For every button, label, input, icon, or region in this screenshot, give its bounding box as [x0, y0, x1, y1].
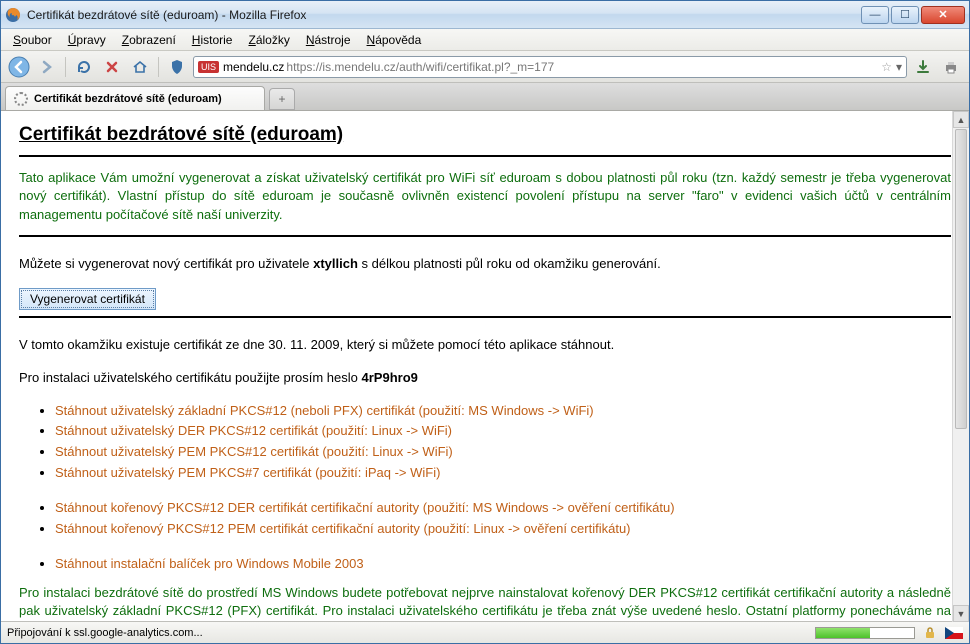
- pw-text: Pro instalaci uživatelského certifikátu …: [19, 370, 362, 385]
- progress-bar: [815, 627, 915, 639]
- vertical-scrollbar[interactable]: ▲ ▼: [952, 111, 969, 622]
- bookmark-star-icon[interactable]: ☆: [881, 60, 892, 74]
- list-item: Stáhnout uživatelský DER PKCS#12 certifi…: [55, 422, 951, 441]
- new-tab-button[interactable]: +: [269, 88, 295, 110]
- titlebar: Certifikát bezdrátové sítě (eduroam) - M…: [1, 1, 969, 29]
- download-link[interactable]: Stáhnout instalační balíček pro Windows …: [55, 556, 364, 571]
- generate-certificate-button[interactable]: Vygenerovat certifikát: [19, 288, 156, 310]
- stop-button[interactable]: [100, 55, 124, 79]
- username: xtyllich: [313, 256, 358, 271]
- password: 4rP9hro9: [362, 370, 418, 385]
- list-item: Stáhnout kořenový PKCS#12 DER certifikát…: [55, 499, 951, 518]
- menu-item[interactable]: Záložky: [240, 31, 297, 49]
- scroll-down-arrow-icon[interactable]: ▼: [953, 605, 969, 622]
- tab-title: Certifikát bezdrátové sítě (eduroam): [34, 93, 222, 105]
- close-button[interactable]: ✕: [921, 6, 965, 24]
- reload-button[interactable]: [72, 55, 96, 79]
- forward-button[interactable]: [35, 55, 59, 79]
- menu-item[interactable]: Zobrazení: [114, 31, 184, 49]
- list-item: Stáhnout kořenový PKCS#12 PEM certifikát…: [55, 520, 951, 539]
- menubar: SouborÚpravyZobrazeníHistorieZáložkyNást…: [1, 29, 969, 51]
- window-title: Certifikát bezdrátové sítě (eduroam) - M…: [27, 8, 861, 22]
- firefox-icon: [5, 7, 21, 23]
- print-button[interactable]: [939, 55, 963, 79]
- firefox-window: Certifikát bezdrátové sítě (eduroam) - M…: [0, 0, 970, 644]
- url-dropdown-icon[interactable]: ▾: [896, 60, 902, 74]
- statusbar: Připojování k ssl.google-analytics.com..…: [1, 621, 969, 643]
- menu-item[interactable]: Soubor: [5, 31, 60, 49]
- tab-strip: Certifikát bezdrátové sítě (eduroam) +: [1, 83, 969, 111]
- url-bar[interactable]: UIS mendelu.cz https://is.mendelu.cz/aut…: [193, 56, 907, 78]
- url-host: mendelu.cz: [221, 60, 286, 74]
- menu-item[interactable]: Nápověda: [359, 31, 430, 49]
- maximize-button[interactable]: ☐: [891, 6, 919, 24]
- list-item: Stáhnout uživatelský základní PKCS#12 (n…: [55, 402, 951, 421]
- minimize-button[interactable]: —: [861, 6, 889, 24]
- page-content: Certifikát bezdrátové sítě (eduroam) Tat…: [1, 111, 969, 621]
- list-item: Stáhnout instalační balíček pro Windows …: [55, 555, 951, 574]
- separator-2: [19, 316, 951, 318]
- gen-text-1: Můžete si vygenerovat nový certifikát pr…: [19, 256, 313, 271]
- download-link[interactable]: Stáhnout kořenový PKCS#12 DER certifikát…: [55, 500, 675, 515]
- download-list-user: Stáhnout uživatelský základní PKCS#12 (n…: [55, 402, 951, 483]
- download-link[interactable]: Stáhnout uživatelský základní PKCS#12 (n…: [55, 403, 594, 418]
- loading-throbber-icon: [14, 92, 28, 106]
- generate-line: Můžete si vygenerovat nový certifikát pr…: [19, 255, 951, 274]
- menu-item[interactable]: Úpravy: [60, 31, 114, 49]
- menu-item[interactable]: Historie: [184, 31, 241, 49]
- download-link[interactable]: Stáhnout kořenový PKCS#12 PEM certifikát…: [55, 521, 631, 536]
- downloads-button[interactable]: [911, 55, 935, 79]
- scroll-thumb[interactable]: [955, 129, 967, 429]
- exists-text: V tomto okamžiku existuje certifikát ze …: [19, 336, 951, 355]
- download-link[interactable]: Stáhnout uživatelský PEM PKCS#7 certifik…: [55, 465, 440, 480]
- password-line: Pro instalaci uživatelského certifikátu …: [19, 369, 951, 388]
- page-title: Certifikát bezdrátové sítě (eduroam): [19, 121, 951, 157]
- url-path: https://is.mendelu.cz/auth/wifi/certifik…: [286, 60, 554, 74]
- navigation-toolbar: UIS mendelu.cz https://is.mendelu.cz/aut…: [1, 51, 969, 83]
- menu-item[interactable]: Nástroje: [298, 31, 359, 49]
- status-text: Připojování k ssl.google-analytics.com..…: [7, 627, 203, 639]
- home-button[interactable]: [128, 55, 152, 79]
- back-button[interactable]: [7, 55, 31, 79]
- tab-active[interactable]: Certifikát bezdrátové sítě (eduroam): [5, 86, 265, 110]
- padlock-icon: [923, 626, 937, 640]
- security-shield-icon[interactable]: [165, 55, 189, 79]
- identity-badge: UIS: [198, 61, 219, 73]
- download-list-root: Stáhnout kořenový PKCS#12 DER certifikát…: [55, 499, 951, 539]
- list-item: Stáhnout uživatelský PEM PKCS#12 certifi…: [55, 443, 951, 462]
- intro-text: Tato aplikace Vám umožní vygenerovat a z…: [19, 169, 951, 226]
- install-text: Pro instalaci bezdrátové sítě do prostře…: [19, 584, 951, 621]
- download-list-mobile: Stáhnout instalační balíček pro Windows …: [55, 555, 951, 574]
- download-link[interactable]: Stáhnout uživatelský PEM PKCS#12 certifi…: [55, 444, 453, 459]
- download-link[interactable]: Stáhnout uživatelský DER PKCS#12 certifi…: [55, 423, 452, 438]
- flag-icon: [945, 627, 963, 639]
- gen-text-2: s délkou platnosti půl roku od okamžiku …: [358, 256, 661, 271]
- separator: [19, 235, 951, 237]
- list-item: Stáhnout uživatelský PEM PKCS#7 certifik…: [55, 464, 951, 483]
- scroll-up-arrow-icon[interactable]: ▲: [953, 111, 969, 128]
